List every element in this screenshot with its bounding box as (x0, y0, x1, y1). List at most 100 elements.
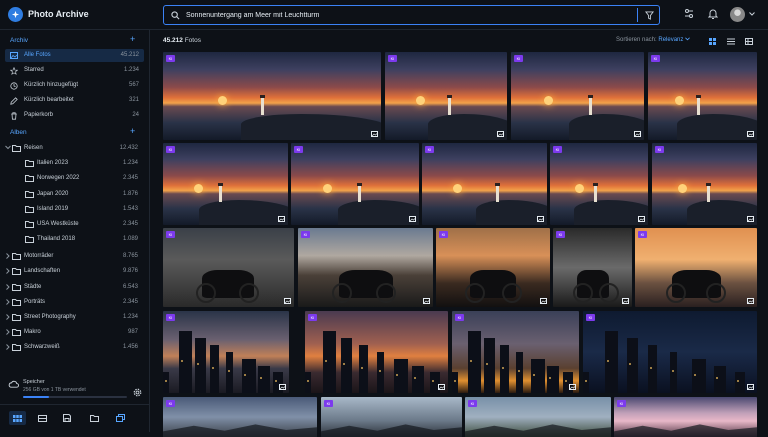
photo-thumbnail[interactable]: KI (553, 228, 632, 307)
image-icon[interactable] (622, 298, 629, 304)
photo-scene (588, 95, 593, 98)
sidebar-item-recently-edited[interactable]: Kürzlich bearbeitet 321 (5, 94, 144, 107)
sidebar-album-item[interactable]: Street Photography 1.234 (0, 311, 149, 324)
photo-thumbnail[interactable]: KI (321, 397, 462, 437)
image-icon[interactable] (638, 216, 645, 222)
sidebar-album-item[interactable]: Reisen 12.432 (0, 142, 149, 155)
photo-scene (714, 366, 726, 393)
photo-thumbnail[interactable]: KI (635, 228, 757, 307)
image-icon[interactable] (278, 216, 285, 222)
image-icon[interactable] (569, 384, 576, 390)
image-icon[interactable] (279, 384, 286, 390)
image-icon[interactable] (540, 298, 547, 304)
image-icon[interactable] (423, 298, 430, 304)
photo-thumbnail[interactable]: KI (298, 228, 433, 307)
sidebar-album-item[interactable]: Island 2019 1.543 (0, 203, 149, 216)
chevron-down-icon[interactable] (749, 12, 755, 16)
photo-thumbnail[interactable]: KI (163, 143, 288, 225)
image-icon[interactable] (747, 216, 754, 222)
sidebar-album-item[interactable]: Städte 6.543 (0, 281, 149, 294)
chevron-right-icon[interactable] (5, 344, 11, 351)
photo-thumbnail[interactable]: KI (436, 228, 550, 307)
sidebar-item-recently-added[interactable]: Kürzlich hinzugefügt 567 (5, 79, 144, 92)
add-archive-icon[interactable]: + (130, 34, 135, 44)
view-grid-button[interactable] (706, 35, 718, 47)
photo-thumbnail[interactable]: KI (163, 52, 381, 140)
chevron-right-icon[interactable] (5, 253, 11, 260)
photo-thumbnail[interactable]: KI (422, 143, 547, 225)
photo-thumbnail[interactable]: KI (550, 143, 648, 225)
sidebar-item-all-photos[interactable]: Alle Fotos 45.212 (5, 49, 144, 62)
photo-thumbnail[interactable]: KI (291, 143, 419, 225)
photo-thumbnail[interactable]: KI (163, 397, 317, 437)
chevron-right-icon[interactable] (5, 283, 11, 290)
save-tab[interactable] (58, 411, 75, 425)
sort-value[interactable]: Relevanz (658, 37, 683, 43)
sliders-icon[interactable] (684, 8, 694, 20)
photo-thumbnail[interactable]: KI (305, 311, 448, 393)
chevron-right-icon[interactable] (5, 268, 11, 275)
image-icon[interactable] (747, 384, 754, 390)
chevron-down-icon[interactable] (685, 37, 690, 41)
image-icon[interactable] (284, 298, 291, 304)
sidebar-album-item[interactable]: Porträts 2.345 (0, 296, 149, 309)
photo-thumbnail[interactable]: KI (511, 52, 644, 140)
chevron-right-icon[interactable] (5, 314, 11, 320)
image-icon[interactable] (747, 298, 754, 304)
photo-scene (244, 374, 246, 376)
photo-thumbnail[interactable]: KI (163, 228, 294, 307)
image-icon[interactable] (409, 216, 416, 222)
sidebar-album-item[interactable]: Japan 2020 1.876 (0, 188, 149, 201)
image-icon[interactable] (438, 384, 445, 390)
photo-scene (338, 200, 419, 225)
gear-icon[interactable] (133, 388, 142, 397)
chevron-down-icon[interactable] (5, 145, 11, 151)
sidebar-item-starred[interactable]: Starred 1.234 (5, 64, 144, 77)
search-input[interactable] (186, 9, 626, 22)
sidebar-album-item[interactable]: Motorräder 8.765 (0, 250, 149, 263)
copy-tab[interactable] (112, 411, 129, 425)
image-icon[interactable] (537, 216, 544, 222)
sidebar-item-trash[interactable]: Papierkorb 24 (5, 109, 144, 122)
folder-tab[interactable] (86, 411, 103, 425)
sidebar-album-item[interactable]: Landschaften 9.876 (0, 265, 149, 278)
app-logo-icon[interactable] (8, 7, 23, 22)
photo-thumbnail[interactable]: KI (614, 397, 757, 437)
search-bar[interactable] (163, 5, 660, 25)
bell-icon[interactable] (708, 8, 718, 20)
archive-heading: Archiv (10, 37, 29, 44)
chevron-right-icon[interactable] (5, 298, 11, 305)
sidebar-album-item[interactable]: Thailand 2018 1.089 (0, 233, 149, 246)
sort-control[interactable]: Sortieren nach: Relevanz (616, 37, 690, 43)
image-icon[interactable] (747, 131, 754, 137)
photo-thumbnail[interactable]: KI (652, 143, 757, 225)
chevron-right-icon[interactable] (5, 329, 11, 336)
photo-scene (518, 370, 520, 372)
photo-count-number: 45.212 (163, 37, 183, 44)
user-avatar[interactable] (730, 7, 745, 22)
view-table-button[interactable] (743, 35, 755, 47)
sidebar-album-item[interactable]: USA Westküste 2.345 (0, 218, 149, 231)
list-view-tab[interactable] (34, 411, 51, 425)
image-icon[interactable] (497, 131, 504, 137)
photo-scene (260, 377, 262, 379)
sidebar-album-item[interactable]: Italien 2023 1.234 (0, 157, 149, 170)
sidebar-album-item[interactable]: Norwegen 2022 2.345 (0, 172, 149, 185)
ai-badge: KI (468, 400, 477, 407)
sidebar-album-item[interactable]: Schwarzweiß 1.456 (0, 341, 149, 354)
sidebar-album-item[interactable]: Makro 987 (0, 326, 149, 339)
image-icon[interactable] (634, 131, 641, 137)
add-album-icon[interactable]: + (130, 126, 135, 136)
photo-count-label: Fotos (184, 37, 201, 44)
photo-thumbnail[interactable]: KI (452, 311, 579, 393)
photo-thumbnail[interactable]: KI (648, 52, 757, 140)
photo-thumbnail[interactable]: KI (163, 311, 289, 393)
photo-thumbnail[interactable]: KI (465, 397, 611, 437)
image-icon[interactable] (371, 131, 378, 137)
photo-thumbnail[interactable]: KI (583, 311, 757, 393)
filter-icon[interactable] (645, 11, 654, 20)
ai-badge: KI (514, 55, 523, 62)
grid-view-tab[interactable] (9, 411, 26, 425)
photo-thumbnail[interactable]: KI (385, 52, 507, 140)
view-list-button[interactable] (725, 35, 737, 47)
